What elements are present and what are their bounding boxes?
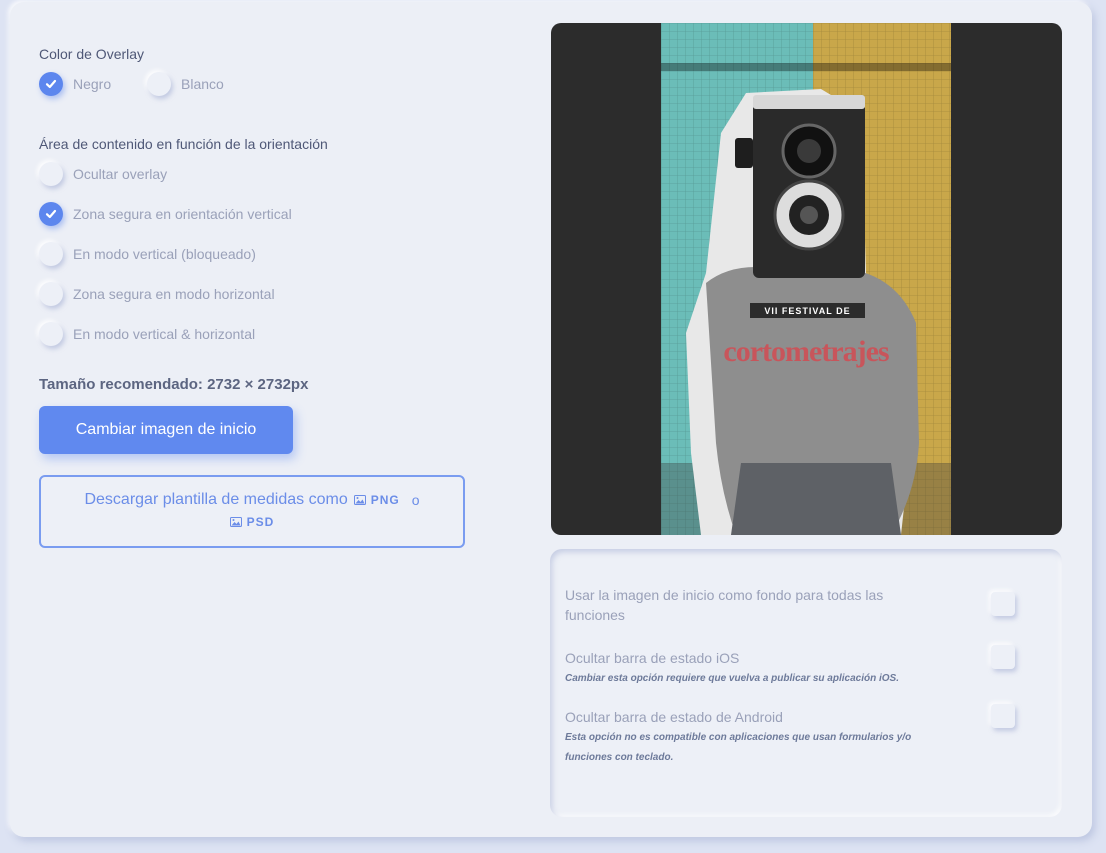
festival-poster-image: VII FESTIVAL DE cortometrajes bbox=[661, 23, 951, 535]
setting-checkbox-ios-statusbar[interactable] bbox=[991, 645, 1015, 669]
setting-label: Usar la imagen de inicio como fondo para… bbox=[565, 587, 884, 623]
setting-note: Esta opción no es compatible con aplicac… bbox=[565, 732, 912, 763]
radio-unchecked-icon[interactable] bbox=[39, 162, 63, 186]
radio-overlay-negro[interactable]: Negro bbox=[39, 72, 111, 96]
radio-label: Ocultar overlay bbox=[73, 166, 168, 182]
setting-checkbox-android-statusbar[interactable] bbox=[991, 704, 1015, 728]
setting-row: Ocultar barra de estado iOS Cambiar esta… bbox=[565, 648, 915, 689]
radio-label: Blanco bbox=[181, 76, 224, 92]
setting-checkbox-background[interactable] bbox=[991, 592, 1015, 616]
radio-ocultar-overlay[interactable]: Ocultar overlay bbox=[39, 162, 167, 186]
setting-row: Usar la imagen de inicio como fondo para… bbox=[565, 585, 915, 625]
radio-unchecked-icon[interactable] bbox=[39, 282, 63, 306]
radio-label: Zona segura en orientación vertical bbox=[73, 206, 292, 222]
radio-label: Negro bbox=[73, 76, 112, 92]
radio-checked-icon[interactable] bbox=[39, 202, 63, 226]
radio-label: En modo vertical & horizontal bbox=[73, 326, 256, 342]
setting-label: Ocultar barra de estado iOS bbox=[565, 650, 740, 666]
setting-label: Ocultar barra de estado de Android bbox=[565, 709, 783, 725]
radio-unchecked-icon[interactable] bbox=[39, 242, 63, 266]
download-or: o bbox=[411, 492, 420, 508]
change-start-image-button[interactable]: Cambiar imagen de inicio bbox=[39, 406, 293, 454]
radio-unchecked-icon[interactable] bbox=[39, 322, 63, 346]
download-template-button[interactable]: Descargar plantilla de medidas como PNG … bbox=[39, 475, 465, 548]
poster-line2: cortometrajes bbox=[723, 335, 889, 368]
download-psd-link[interactable]: PSD bbox=[229, 515, 275, 529]
download-png-link[interactable]: PNG bbox=[353, 493, 400, 507]
radio-zona-segura-vertical[interactable]: Zona segura en orientación vertical bbox=[39, 202, 292, 226]
setting-note: Cambiar esta opción requiere que vuelva … bbox=[565, 673, 899, 684]
radio-checked-icon[interactable] bbox=[39, 72, 63, 96]
radio-zona-segura-horizontal[interactable]: Zona segura en modo horizontal bbox=[39, 282, 275, 306]
setting-row: Ocultar barra de estado de Android Esta … bbox=[565, 707, 915, 768]
start-image-preview: VII FESTIVAL DE cortometrajes bbox=[551, 23, 1062, 535]
recommended-size-label: Tamaño recomendado: 2732 × 2732px bbox=[39, 376, 309, 393]
image-icon bbox=[353, 495, 366, 505]
poster-line1: VII FESTIVAL DE bbox=[764, 306, 850, 316]
radio-vertical-horizontal[interactable]: En modo vertical & horizontal bbox=[39, 322, 255, 346]
radio-label: En modo vertical (bloqueado) bbox=[73, 246, 256, 262]
overlay-color-title: Color de Overlay bbox=[39, 46, 145, 62]
image-icon bbox=[229, 517, 242, 527]
radio-label: Zona segura en modo horizontal bbox=[73, 286, 275, 302]
radio-unchecked-icon[interactable] bbox=[147, 72, 171, 96]
settings-panel: Usar la imagen de inicio como fondo para… bbox=[550, 549, 1062, 817]
download-text: Descargar plantilla de medidas como bbox=[84, 491, 348, 508]
radio-overlay-blanco[interactable]: Blanco bbox=[147, 72, 224, 96]
content-area-title: Área de contenido en función de la orien… bbox=[39, 136, 328, 152]
radio-vertical-bloqueado[interactable]: En modo vertical (bloqueado) bbox=[39, 242, 256, 266]
